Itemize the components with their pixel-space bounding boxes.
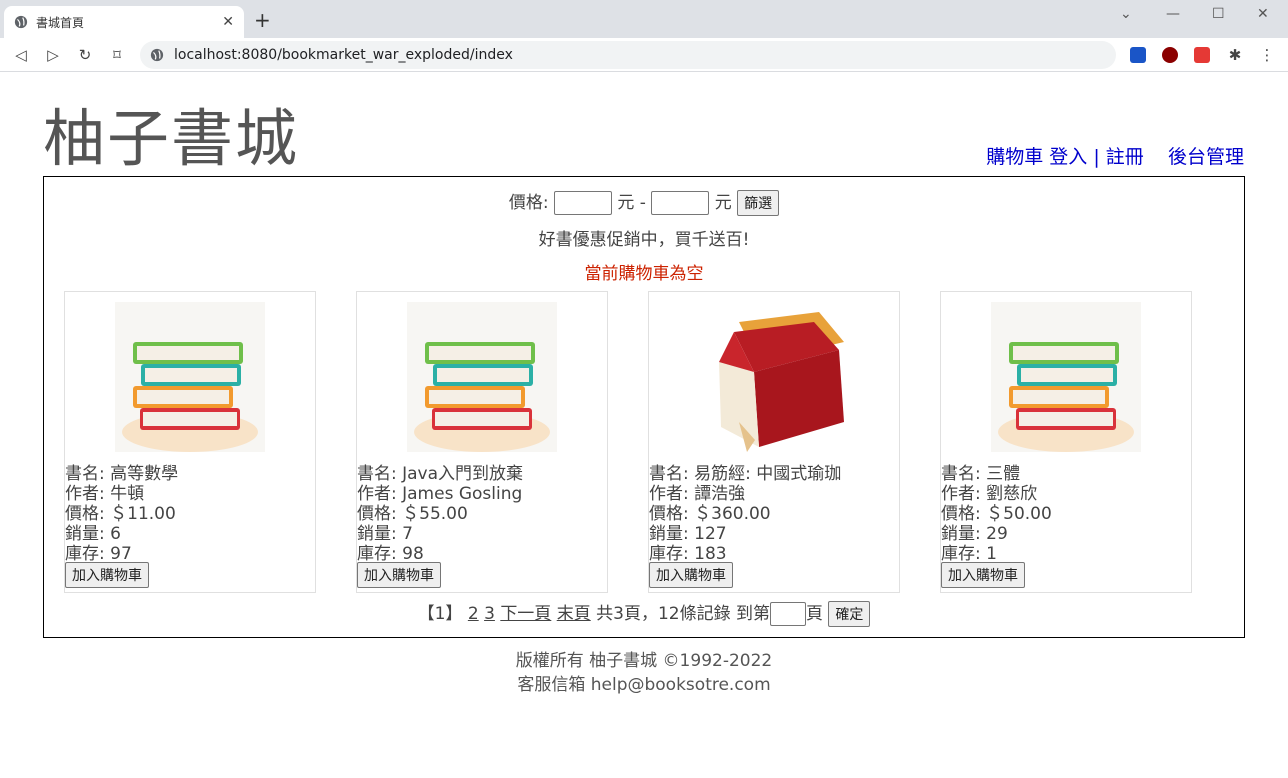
page-link-3[interactable]: 3 <box>484 604 495 624</box>
book-stock: 庫存: 183 <box>649 544 727 564</box>
page-number-input[interactable] <box>769 602 806 626</box>
register-link[interactable]: 註冊 <box>1106 146 1144 168</box>
top-nav: 購物車 登入 | 註冊 後台管理 <box>986 142 1244 169</box>
url-text: localhost:8080/bookmarket_war_exploded/i… <box>174 47 513 63</box>
cart-link[interactable]: 購物車 <box>986 146 1043 168</box>
book-name: 書名: 三體 <box>941 464 1021 484</box>
unit-label: 元 <box>617 193 635 213</box>
back-icon[interactable]: ◁ <box>12 46 30 64</box>
bitwarden-extension-icon[interactable] <box>1130 47 1146 63</box>
add-to-cart-button[interactable]: 加入購物車 <box>65 562 149 588</box>
book-author: 作者: 譚浩強 <box>649 484 746 504</box>
nav-separator: | <box>1093 146 1100 168</box>
new-tab-icon[interactable]: + <box>254 10 271 30</box>
browser-toolbar: ◁ ▷ ↻ ⌑ localhost:8080/bookmarket_war_ex… <box>0 38 1288 72</box>
stacked-books-icon <box>991 302 1141 452</box>
book-author: 作者: 牛頓 <box>65 484 145 504</box>
stacked-books-icon <box>115 302 265 452</box>
bookmark-icon[interactable]: ⌑ <box>108 46 126 64</box>
login-link[interactable]: 登入 <box>1049 146 1087 168</box>
book-sales: 銷量: 29 <box>941 524 1008 544</box>
copyright-text: 版權所有 柚子書城 ©1992-2022 <box>515 651 773 671</box>
current-page: 【1】 <box>417 604 463 624</box>
min-price-input[interactable] <box>553 191 612 215</box>
add-to-cart-button[interactable]: 加入購物車 <box>357 562 441 588</box>
browser-tabbar: 書城首頁 ✕ + ⌄ — ☐ ✕ <box>0 0 1288 38</box>
book-stock: 庫存: 98 <box>357 544 424 564</box>
dash-label: - <box>639 193 646 213</box>
book-name: 書名: 高等數學 <box>65 464 179 484</box>
book-name: 書名: 易筋經: 中國式瑜珈 <box>649 464 842 484</box>
maximize-icon[interactable]: ☐ <box>1212 6 1225 22</box>
next-page-link[interactable]: 下一頁 <box>500 604 551 624</box>
menu-icon[interactable]: ⋮ <box>1258 46 1276 64</box>
book-card: 書名: 易筋經: 中國式瑜珈 作者: 譚浩強 價格: ＄360.00 銷量: 1… <box>648 291 900 593</box>
book-info: 書名: Java入門到放棄 作者: James Gosling 價格: ＄55.… <box>357 464 523 564</box>
filter-button[interactable]: 篩選 <box>737 190 780 216</box>
promo-text: 好書優惠促銷中，買千送百! <box>538 230 750 250</box>
book-price: 價格: ＄360.00 <box>649 504 771 524</box>
cart-status: 當前購物車為空 <box>584 264 704 284</box>
add-to-cart-button[interactable]: 加入購物車 <box>649 562 733 588</box>
unit-label: 元 <box>714 193 732 213</box>
book-info: 書名: 高等數學 作者: 牛頓 價格: ＄11.00 銷量: 6 庫存: 97 <box>65 464 178 564</box>
footer: 版權所有 柚子書城 ©1992-2022 客服信箱 help@booksotre… <box>0 649 1288 697</box>
last-page-link[interactable]: 末頁 <box>557 604 591 624</box>
extension-icon[interactable] <box>1194 47 1210 63</box>
book-card: 書名: 高等數學 作者: 牛頓 價格: ＄11.00 銷量: 6 庫存: 97 … <box>64 291 316 593</box>
globe-icon <box>14 15 28 29</box>
chevron-down-icon[interactable]: ⌄ <box>1120 6 1132 22</box>
book-author: 作者: 劉慈欣 <box>941 484 1038 504</box>
minimize-icon[interactable]: — <box>1166 6 1180 22</box>
stacked-books-icon <box>407 302 557 452</box>
max-price-input[interactable] <box>651 191 710 215</box>
book-sales: 銷量: 6 <box>65 524 121 544</box>
book-card: 書名: Java入門到放棄 作者: James Gosling 價格: ＄55.… <box>356 291 608 593</box>
book-sales: 銷量: 7 <box>357 524 413 544</box>
contact-email: 客服信箱 help@booksotre.com <box>517 675 771 695</box>
close-tab-icon[interactable]: ✕ <box>222 14 234 30</box>
book-name: 書名: Java入門到放棄 <box>357 464 524 484</box>
page-link-2[interactable]: 2 <box>468 604 479 624</box>
reload-icon[interactable]: ↻ <box>76 46 94 64</box>
book-stock: 庫存: 97 <box>65 544 132 564</box>
red-book-icon <box>699 302 849 452</box>
puzzle-icon[interactable]: ✱ <box>1226 46 1244 64</box>
page-summary: 共3頁，12條記錄 到第 <box>596 604 770 624</box>
book-info: 書名: 三體 作者: 劉慈欣 價格: ＄50.00 銷量: 29 庫存: 1 <box>941 464 1052 564</box>
address-bar[interactable]: localhost:8080/bookmarket_war_exploded/i… <box>140 41 1116 69</box>
tab-title: 書城首頁 <box>36 15 85 30</box>
book-author: 作者: James Gosling <box>357 484 523 504</box>
close-window-icon[interactable]: ✕ <box>1257 6 1269 22</box>
site-info-icon[interactable] <box>150 48 164 62</box>
price-label: 價格: <box>508 193 549 213</box>
book-sales: 銷量: 127 <box>649 524 727 544</box>
site-title: 柚子書城 <box>43 102 300 175</box>
main-content: 價格: 元 - 元 篩選 好書優惠促銷中，買千送百! 當前購物車為空 書名: 高… <box>43 176 1245 638</box>
forward-icon[interactable]: ▷ <box>44 46 62 64</box>
add-to-cart-button[interactable]: 加入購物車 <box>941 562 1025 588</box>
book-stock: 庫存: 1 <box>941 544 997 564</box>
page-suffix: 頁 <box>805 604 823 624</box>
confirm-page-button[interactable]: 確定 <box>828 601 871 627</box>
price-filter: 價格: 元 - 元 篩選 <box>44 188 1244 216</box>
admin-link[interactable]: 後台管理 <box>1168 146 1244 168</box>
book-price: 價格: ＄11.00 <box>65 504 176 524</box>
book-price: 價格: ＄55.00 <box>357 504 468 524</box>
book-card: 書名: 三體 作者: 劉慈欣 價格: ＄50.00 銷量: 29 庫存: 1 加… <box>940 291 1192 593</box>
ublock-extension-icon[interactable] <box>1162 47 1178 63</box>
pagination: 【1】 2 3 下一頁 末頁 共3頁，12條記錄 到第 頁 確定 <box>44 599 1244 627</box>
book-info: 書名: 易筋經: 中國式瑜珈 作者: 譚浩強 價格: ＄360.00 銷量: 1… <box>649 464 841 564</box>
book-price: 價格: ＄50.00 <box>941 504 1052 524</box>
browser-tab[interactable]: 書城首頁 ✕ <box>4 6 244 38</box>
